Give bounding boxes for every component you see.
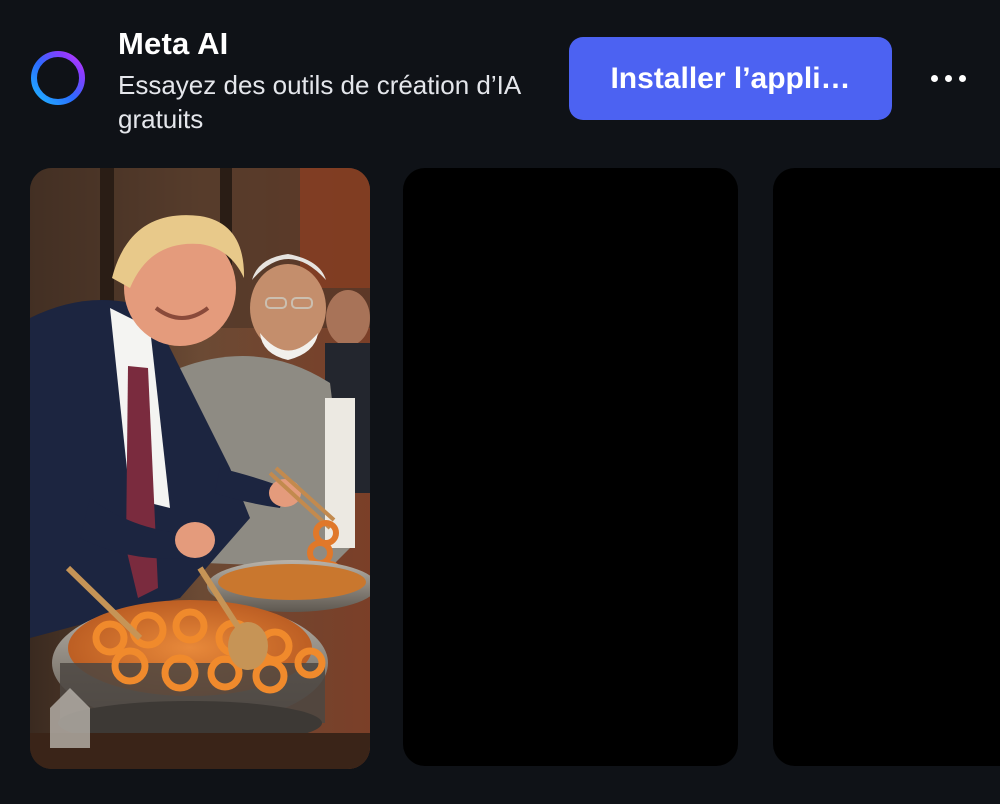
more-options-button[interactable]	[920, 58, 976, 98]
generated-image	[30, 168, 370, 769]
meta-ai-ring-icon	[31, 51, 85, 105]
gallery-card-image[interactable]	[30, 168, 370, 769]
app-tagline: Essayez des outils de création d’IA grat…	[118, 70, 520, 134]
gallery-card-placeholder[interactable]	[403, 168, 738, 766]
app-install-banner: Meta AI Essayez des outils de création d…	[0, 0, 1000, 150]
app-name: Meta AI	[118, 26, 229, 61]
more-dot	[944, 74, 952, 82]
install-app-button[interactable]: Installer l’appli…	[569, 37, 892, 120]
more-horizontal-icon	[930, 74, 938, 82]
more-dot	[958, 74, 966, 82]
gallery-card-placeholder[interactable]	[773, 168, 1000, 766]
